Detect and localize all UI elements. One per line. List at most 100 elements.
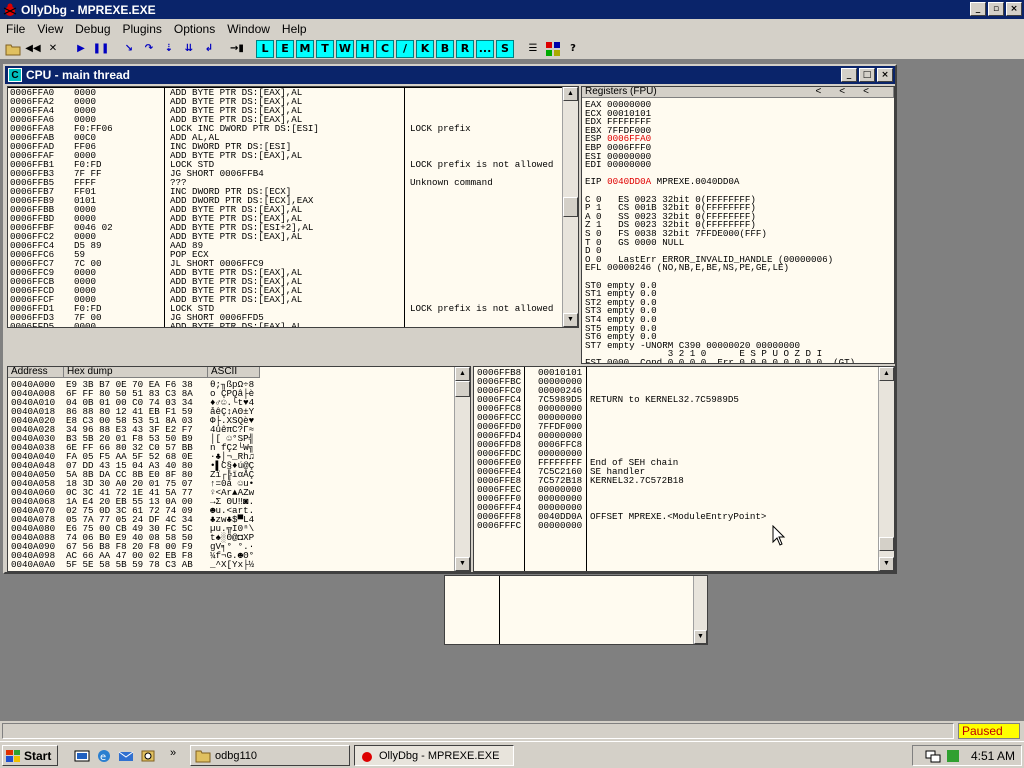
disasm-row[interactable]: 0006FFD5 0000 ADD BYTE PTR DS:[EAX],AL: [10, 321, 562, 328]
stack-scroll-down[interactable]: ▼: [879, 557, 894, 571]
menu-options[interactable]: Options: [168, 22, 221, 36]
register-line[interactable]: EDI 00000000: [585, 160, 651, 169]
step-into-icon[interactable]: ↘: [120, 40, 138, 58]
disasm-comment: LOCK prefix: [410, 123, 471, 134]
dump-scroll-down[interactable]: ▼: [455, 557, 470, 571]
status-message-area: [2, 723, 954, 739]
quick-launch-overflow-icon[interactable]: »: [170, 747, 176, 759]
registers-title: Registers (FPU): [585, 86, 657, 97]
breakpoints-button[interactable]: B: [436, 39, 454, 58]
cpu-title-bar[interactable]: C CPU - main thread _ □ ×: [5, 66, 895, 84]
registers-pane[interactable]: Registers (FPU) <<< EAX 00000000 ECX 0001…: [581, 86, 895, 364]
references-button[interactable]: R: [456, 39, 474, 58]
security-tray-icon[interactable]: [945, 748, 961, 764]
dump-scroll-up[interactable]: ▲: [455, 367, 470, 381]
stack-value[interactable]: 00000000: [538, 521, 582, 530]
handles-button[interactable]: H: [356, 39, 374, 58]
disassembly-pane[interactable]: 0006FFA0 0000 ADD BYTE PTR DS:[EAX],AL 0006…: [7, 86, 579, 328]
run-icon[interactable]: ▶: [72, 40, 90, 58]
menu-view[interactable]: View: [31, 22, 69, 36]
scroll-up-arrow[interactable]: ▲: [563, 87, 578, 101]
dump-scrollbar[interactable]: ▲ ▼: [454, 367, 470, 571]
pause-icon[interactable]: ❚❚: [92, 40, 110, 58]
background-child-window[interactable]: ▼: [444, 575, 708, 645]
threads-button[interactable]: T: [316, 39, 334, 58]
dump-header-address[interactable]: Address: [8, 367, 64, 378]
open-folder-icon[interactable]: [4, 40, 22, 58]
patches-button[interactable]: /: [396, 39, 414, 58]
taskbar: Start e » odbg110 OllyDbg - MPREXE.EXE 4…: [0, 741, 1024, 768]
windows-button[interactable]: W: [336, 39, 354, 58]
close-program-icon[interactable]: ✕: [44, 40, 62, 58]
dump-address: 0040A0A0: [11, 559, 56, 570]
cpu-minimize-button[interactable]: _: [841, 68, 857, 82]
stack-address[interactable]: 0006FFFC: [477, 521, 521, 530]
trace-over-icon[interactable]: ⇊: [180, 40, 198, 58]
rewind-icon[interactable]: ◀◀: [24, 40, 42, 58]
outlook-express-icon[interactable]: [118, 748, 134, 764]
run-trace-button[interactable]: ...: [476, 39, 494, 58]
register-line[interactable]: EFL 00000246 (NO,NB,E,BE,NS,PE,GE,LE): [585, 263, 789, 272]
menu-window[interactable]: Window: [221, 22, 276, 36]
menu-help[interactable]: Help: [276, 22, 313, 36]
restore-button[interactable]: ▫: [988, 2, 1004, 16]
grid-icon[interactable]: [544, 40, 562, 58]
dump-hex[interactable]: 5F 5E 58 5B 59 78 C3 AB: [66, 560, 193, 569]
help-icon[interactable]: ?: [564, 40, 582, 58]
ollydbg-bug-icon: [3, 3, 17, 16]
list-icon[interactable]: ☰: [524, 40, 542, 58]
cpu-close-button[interactable]: ×: [877, 68, 893, 82]
dump-ascii[interactable]: _^X[Yx├½: [210, 560, 254, 569]
source-button[interactable]: S: [496, 39, 514, 58]
disasm-instruction: ADD BYTE PTR DS:[EAX],AL: [170, 321, 303, 328]
dump-header-hex[interactable]: Hex dump: [64, 367, 208, 378]
register-nav-arrows[interactable]: <<<: [815, 87, 887, 97]
cpu-button[interactable]: C: [376, 39, 394, 58]
stack-scroll-thumb[interactable]: [879, 537, 894, 551]
log-window-button[interactable]: L: [256, 39, 274, 58]
menu-debug[interactable]: Debug: [69, 22, 116, 36]
register-line[interactable]: EIP 0040DD0A MPREXE.0040DD0A: [585, 177, 739, 186]
register-line[interactable]: FST 0000 Cond 0 0 0 0 Err 0 0 0 0 0 0 0 …: [585, 358, 855, 363]
dump-header-ascii[interactable]: ASCII: [208, 367, 260, 378]
network-tray-icon[interactable]: [925, 748, 941, 764]
stack-comment[interactable]: KERNEL32.7C572B18: [590, 476, 684, 485]
windows-logo-icon: [6, 749, 20, 762]
menu-plugins[interactable]: Plugins: [117, 22, 168, 36]
cpu-maximize-button[interactable]: □: [859, 68, 875, 82]
windows-explorer-icon[interactable]: [140, 748, 156, 764]
dump-scroll-thumb[interactable]: [455, 381, 470, 397]
start-button[interactable]: Start: [2, 745, 58, 766]
hex-dump-pane[interactable]: Address Hex dump ASCII 0040A000 E9 3B B7 …: [7, 366, 471, 572]
disassembly-scrollbar[interactable]: ▲ ▼: [562, 87, 578, 327]
disasm-row[interactable]: 0006FFC4 D5 89 AAD 89: [10, 241, 562, 250]
stack-scroll-up[interactable]: ▲: [879, 367, 894, 381]
title-bar[interactable]: OllyDbg - MPREXE.EXE _ ▫ ×: [0, 0, 1024, 19]
scroll-thumb[interactable]: [563, 197, 578, 217]
step-over-icon[interactable]: ↷: [140, 40, 158, 58]
go-to-icon[interactable]: →▮: [228, 40, 246, 58]
close-button[interactable]: ×: [1006, 2, 1022, 16]
menu-file[interactable]: File: [0, 22, 31, 36]
svg-text:e: e: [100, 752, 106, 763]
stack-comment[interactable]: OFFSET MPREXE.<ModuleEntryPoint>: [590, 512, 766, 521]
stack-pane[interactable]: 0006FFB8 00010101 0006FFBC 00000000 0006FFC0…: [473, 366, 895, 572]
show-desktop-icon[interactable]: [74, 748, 90, 764]
ollydbg-window: OllyDbg - MPREXE.EXE _ ▫ × File View Deb…: [0, 0, 1024, 768]
window-title: OllyDbg - MPREXE.EXE: [21, 2, 156, 17]
stack-comment[interactable]: RETURN to KERNEL32.7C5989D5: [590, 395, 739, 404]
scroll-down-arrow[interactable]: ▼: [563, 313, 578, 327]
minimize-button[interactable]: _: [970, 2, 986, 16]
task-odbg110[interactable]: odbg110: [190, 745, 350, 766]
call-stack-button[interactable]: K: [416, 39, 434, 58]
memory-button[interactable]: M: [296, 39, 314, 58]
disasm-comment: LOCK prefix is not allowed: [410, 159, 554, 170]
execute-till-return-icon[interactable]: ↲: [200, 40, 218, 58]
internet-explorer-icon[interactable]: e: [96, 748, 112, 764]
trace-into-icon[interactable]: ⇣: [160, 40, 178, 58]
menu-bar: File View Debug Plugins Options Window H…: [0, 19, 1024, 38]
bg-scroll-down[interactable]: ▼: [694, 630, 707, 644]
task-ollydbg[interactable]: OllyDbg - MPREXE.EXE: [354, 745, 514, 766]
stack-scrollbar[interactable]: ▲ ▼: [878, 367, 894, 571]
modules-button[interactable]: E: [276, 39, 294, 58]
